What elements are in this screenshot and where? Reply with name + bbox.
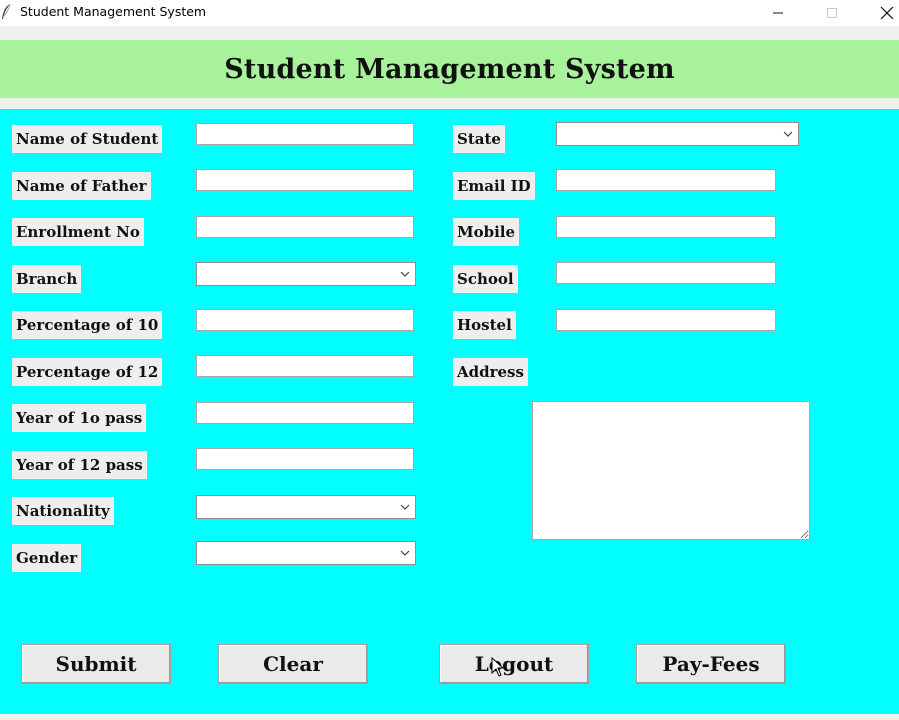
- minimize-icon: [773, 12, 783, 14]
- label-address: Address: [453, 358, 528, 386]
- label-percentage-12: Percentage of 12: [12, 358, 163, 386]
- mouse-pointer-icon: [491, 657, 505, 677]
- pay-fees-button[interactable]: Pay-Fees: [636, 644, 786, 684]
- label-year-12-pass: Year of 12 pass: [12, 451, 147, 479]
- label-gender: Gender: [12, 544, 82, 572]
- page-title: Student Management System: [224, 53, 675, 85]
- gender-combobox[interactable]: [196, 541, 416, 565]
- percentage-10-input[interactable]: [196, 309, 414, 331]
- label-enrollment-no: Enrollment No: [12, 218, 144, 246]
- branch-combobox[interactable]: [196, 262, 416, 286]
- close-icon: [880, 6, 894, 20]
- state-combobox[interactable]: [556, 122, 799, 146]
- year-12-pass-input[interactable]: [196, 448, 414, 470]
- logout-button[interactable]: Logout: [439, 644, 589, 684]
- submit-button[interactable]: Submit: [21, 644, 171, 684]
- label-percentage-10: Percentage of 10: [12, 311, 163, 339]
- label-state: State: [453, 125, 505, 153]
- label-mobile: Mobile: [453, 218, 520, 246]
- maximize-icon: [827, 8, 837, 18]
- year-10-pass-input[interactable]: [196, 402, 414, 424]
- chevron-down-icon: [400, 550, 410, 556]
- hostel-input[interactable]: [556, 309, 776, 331]
- percentage-12-input[interactable]: [196, 355, 414, 377]
- chevron-down-icon: [783, 131, 793, 137]
- chevron-down-icon: [400, 504, 410, 510]
- header-banner: Student Management System: [0, 40, 899, 98]
- nationality-combobox[interactable]: [196, 495, 416, 519]
- close-button[interactable]: [864, 0, 899, 26]
- label-school: School: [453, 265, 518, 293]
- mobile-input[interactable]: [556, 216, 776, 238]
- label-name-of-father: Name of Father: [12, 172, 151, 200]
- chevron-down-icon: [400, 271, 410, 277]
- feather-icon: [2, 3, 11, 19]
- window-title: Student Management System: [20, 4, 207, 19]
- school-input[interactable]: [556, 262, 776, 284]
- clear-button[interactable]: Clear: [218, 644, 368, 684]
- address-textarea[interactable]: [532, 401, 810, 540]
- label-nationality: Nationality: [12, 497, 114, 525]
- maximize-button[interactable]: [809, 0, 855, 26]
- enrollment-no-input[interactable]: [196, 216, 414, 238]
- label-hostel: Hostel: [453, 311, 516, 339]
- name-of-father-input[interactable]: [196, 169, 414, 191]
- email-id-input[interactable]: [556, 169, 776, 191]
- label-email-id: Email ID: [453, 172, 535, 200]
- label-year-10-pass: Year of 1o pass: [12, 404, 147, 432]
- label-branch: Branch: [12, 265, 82, 293]
- minimize-button[interactable]: [755, 0, 801, 26]
- name-of-student-input[interactable]: [196, 123, 414, 145]
- label-name-of-student: Name of Student: [12, 125, 163, 153]
- window-titlebar: Student Management System: [0, 0, 899, 26]
